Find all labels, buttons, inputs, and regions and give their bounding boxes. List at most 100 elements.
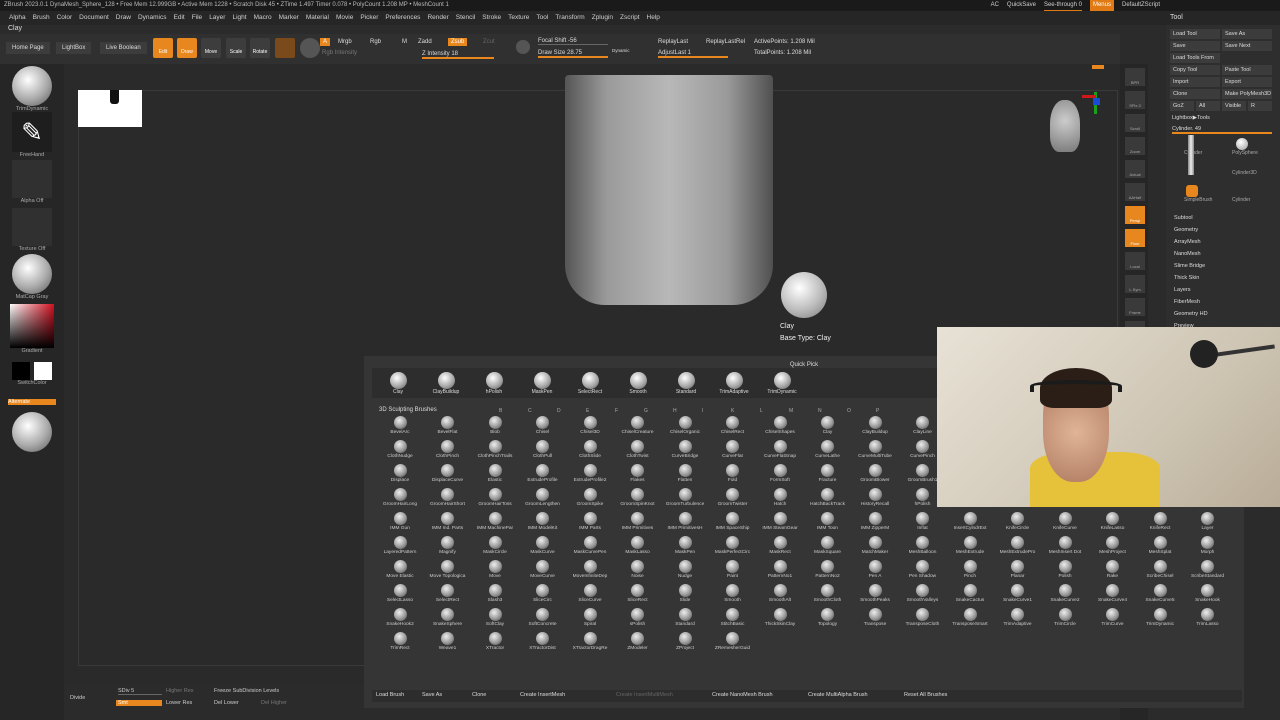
brush-masklasso[interactable]: MaskLasso [616, 536, 660, 560]
quick-brush-standard[interactable]: Standard [668, 372, 704, 395]
replaylastrel-button[interactable]: ReplayLastRel [706, 39, 745, 45]
replaylast-button[interactable]: ReplayLast [658, 39, 688, 45]
brush-flatten[interactable]: Flatten [663, 464, 707, 488]
brush-smoothpeaks[interactable]: SmoothPeaks [853, 584, 897, 608]
palette-btn-save-as[interactable]: Save As [422, 692, 442, 698]
brush-imm-spaceship[interactable]: IMM SpaceShip [711, 512, 755, 536]
brush-hatchbacktrack[interactable]: HatchBackTrack [806, 488, 850, 512]
brush-snakehook2[interactable]: SnakeHook2 [378, 608, 422, 632]
tool-section-geometry-hd[interactable]: Geometry HD [1174, 311, 1208, 317]
menu-item-draw[interactable]: Draw [116, 11, 131, 25]
brush-groomlengthen[interactable]: GroomLengthen [521, 488, 565, 512]
letter-f[interactable]: F [615, 408, 618, 414]
brush-clothpinch[interactable]: ClothPinch [426, 440, 470, 464]
stroke-slot[interactable]: ✎ FreeHand [10, 112, 54, 158]
brush-groomtwister[interactable]: GroomTwister [711, 488, 755, 512]
brush-groomspinknot[interactable]: GroomSpinKnot [616, 488, 660, 512]
shelf-persp[interactable]: Persp [1125, 206, 1145, 224]
quicksave-button[interactable]: QuickSave [1007, 0, 1036, 11]
main-color-swatch[interactable] [12, 362, 30, 380]
brush-knifelasso[interactable]: KnifeLasso [1091, 512, 1135, 536]
brush-morph[interactable]: Morph [1186, 536, 1230, 560]
brush-groomspike[interactable]: GroomSpike [568, 488, 612, 512]
brush-curvebridge[interactable]: CurveBridge [663, 440, 707, 464]
tool-thumb-2[interactable]: Cylinder3D [1232, 170, 1257, 176]
brush-snakecurve5[interactable]: SnakeCurve5 [1138, 584, 1182, 608]
rotate-button[interactable]: Rotate [250, 38, 270, 58]
brush-curveflatsnap[interactable]: CurveFlatSnap [758, 440, 802, 464]
brush-snakehook[interactable]: SnakeHook [1186, 584, 1230, 608]
menu-item-picker[interactable]: Picker [360, 11, 378, 25]
brush-chiselorganic[interactable]: ChiselOrganic [663, 416, 707, 440]
brush-blob[interactable]: Blob [473, 416, 517, 440]
letter-h[interactable]: H [673, 408, 677, 414]
menu-item-material[interactable]: Material [306, 11, 329, 25]
brush-imm-toon[interactable]: IMM Toon [806, 512, 850, 536]
secondary-color-swatch[interactable] [34, 362, 52, 380]
menu-item-tool[interactable]: Tool [536, 11, 548, 25]
brush-maskcurve[interactable]: MaskCurve [521, 536, 565, 560]
brush-elastic[interactable]: Elastic [473, 464, 517, 488]
lightbox-button[interactable]: LightBox [56, 42, 92, 54]
brush-knifecircle[interactable]: KnifeCircle [996, 512, 1040, 536]
letter-k[interactable]: K [731, 408, 734, 414]
menu-item-stroke[interactable]: Stroke [482, 11, 501, 25]
gradient-label[interactable]: Gradient [10, 348, 54, 354]
brush-snakesphere[interactable]: SnakeSphere [426, 608, 470, 632]
brush-planar[interactable]: Planar [996, 560, 1040, 584]
tool-btn-all[interactable]: All [1196, 101, 1220, 111]
palette-btn-reset-all-brushes[interactable]: Reset All Brushes [904, 692, 947, 698]
brush-polish[interactable]: Polish [1043, 560, 1087, 584]
quick-brush-clay[interactable]: Clay [380, 372, 416, 395]
brush-maskrect[interactable]: MaskRect [758, 536, 802, 560]
brush-groomhairshort[interactable]: GroomHairShort [426, 488, 470, 512]
brush-imm-steamgear[interactable]: IMM SteamGear [758, 512, 802, 536]
brush-chisel3d[interactable]: Chisel3D [568, 416, 612, 440]
shelf-frame[interactable]: Frame [1125, 298, 1145, 316]
ac-label[interactable]: AC [991, 0, 999, 11]
brush-spolish[interactable]: sPolish [616, 608, 660, 632]
brush-scribestandard[interactable]: ScribeStandard [1186, 560, 1230, 584]
brush-selectlasso[interactable]: SelectLasso [378, 584, 422, 608]
zsub-button[interactable]: Zsub [448, 38, 468, 46]
brush-groomhairlong[interactable]: GroomHairLong [378, 488, 422, 512]
palette-btn-load-brush[interactable]: Load Brush [376, 692, 404, 698]
brush-historyrecall[interactable]: HistoryRecall [853, 488, 897, 512]
brush-extrudeprofile[interactable]: ExtrudeProfile [521, 464, 565, 488]
tool-btn-load-tool[interactable]: Load Tool [1170, 29, 1220, 39]
brush-selectrect[interactable]: SelectRect [426, 584, 470, 608]
letter-g[interactable]: G [644, 408, 648, 414]
brush-chiselshapes[interactable]: ChiselShapes [758, 416, 802, 440]
brush-clay[interactable]: Clay [806, 416, 850, 440]
brush-imm-parts[interactable]: IMM Parts [568, 512, 612, 536]
brush-curveflat[interactable]: CurveFlat [711, 440, 755, 464]
menu-item-light[interactable]: Light [232, 11, 246, 25]
freeze-subdivision-button[interactable]: Freeze SubDivision Levels [214, 688, 279, 694]
tool-btn-clone[interactable]: Clone [1170, 89, 1220, 99]
menu-item-marker[interactable]: Marker [279, 11, 299, 25]
letter-o[interactable]: O [847, 408, 851, 414]
tool-thumb-4[interactable]: Cylinder [1232, 197, 1250, 203]
brush-meshinsert-dot[interactable]: MeshInsert Dot [1043, 536, 1087, 560]
brush-standard[interactable]: Standard [663, 608, 707, 632]
sdiv-slider[interactable]: SDiv 5 [118, 688, 162, 695]
brush-bevelflat[interactable]: BevelFlat [426, 416, 470, 440]
texture-slot[interactable]: Texture Off [10, 208, 54, 252]
brush-meshproject[interactable]: MeshProject [1091, 536, 1135, 560]
tool-section-nanomesh[interactable]: NanoMesh [1174, 251, 1201, 257]
brush-softclay[interactable]: SoftClay [473, 608, 517, 632]
brush-groomhairtoss[interactable]: GroomHairToss [473, 488, 517, 512]
cylinder-slider[interactable]: Cylinder. 49 [1172, 126, 1272, 134]
brush-noise[interactable]: Noise [616, 560, 660, 584]
brush-kniferect[interactable]: KnifeRect [1138, 512, 1182, 536]
tool-section-fibermesh[interactable]: FiberMesh [1174, 299, 1200, 305]
menus-button[interactable]: Menus [1089, 0, 1114, 11]
menu-item-stencil[interactable]: Stencil [456, 11, 476, 25]
brush-snakecactus[interactable]: SnakeCactus [948, 584, 992, 608]
gyro-icon[interactable] [300, 38, 320, 58]
brush-smoothvalleys[interactable]: SmoothValleys [901, 584, 945, 608]
lightbox-tools-button[interactable]: Lightbox▶Tools [1172, 115, 1210, 121]
higher-res-button[interactable]: Higher Res [166, 688, 194, 694]
shelf-l-sym[interactable]: L.Sym [1125, 275, 1145, 293]
move-button[interactable]: Move [201, 38, 221, 58]
